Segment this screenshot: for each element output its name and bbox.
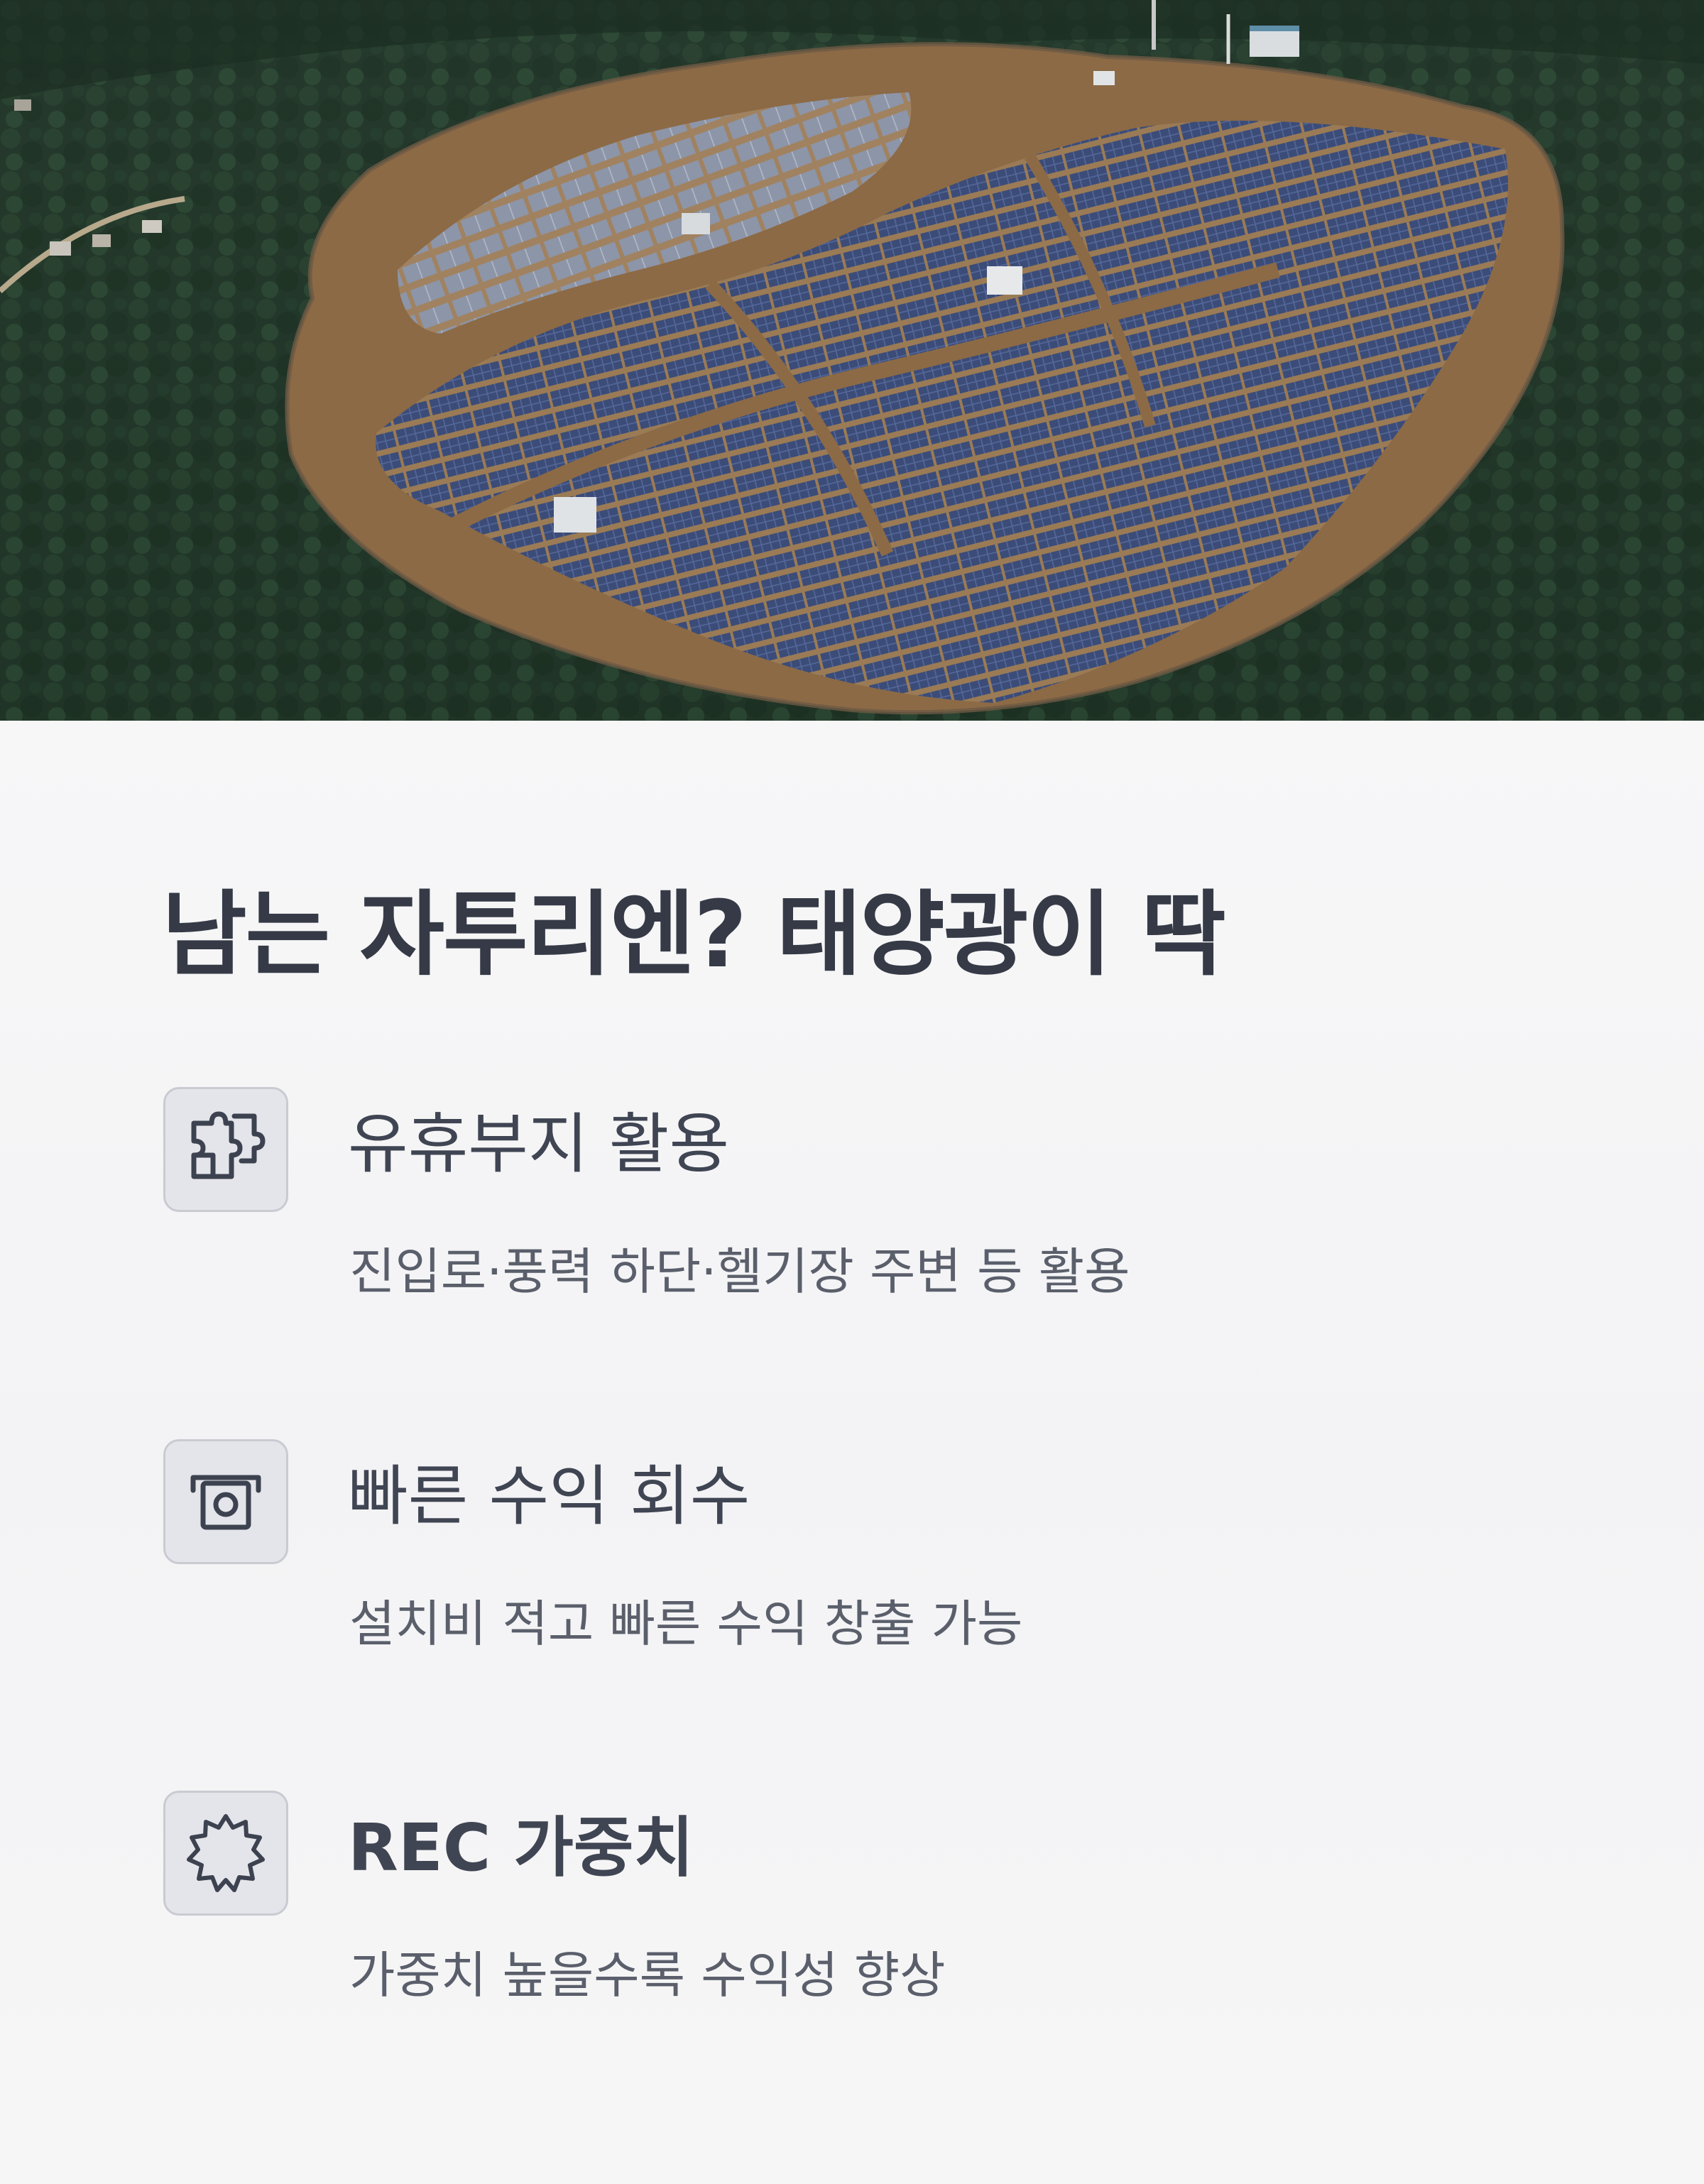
puzzle-icon — [183, 1105, 268, 1194]
feature-title: 유휴부지 활용 — [348, 1106, 730, 1182]
feature-item: REC 가중치 가중치 높을수록 수익성 향상 — [0, 1791, 1704, 2018]
page-title: 남는 자투리엔? 태양광이 딱 — [162, 880, 1226, 988]
feature-icon-box — [163, 1087, 288, 1212]
hero-image — [0, 0, 1704, 721]
solar-farm-illustration — [0, 0, 1704, 721]
feature-title: REC 가중치 — [348, 1811, 694, 1886]
feature-title: 빠른 수익 회수 — [348, 1458, 750, 1534]
feature-item: 유휴부지 활용 진입로·풍력 하단·헬기장 주변 등 활용 — [0, 1087, 1704, 1314]
feature-description: 가중치 높을수록 수익성 향상 — [349, 1946, 946, 2004]
feature-title-text: REC 가중치 — [348, 1810, 694, 1886]
feature-item: 빠른 수익 회수 설치비 적고 빠른 수익 창출 가능 — [0, 1439, 1704, 1666]
badge-icon — [183, 1809, 268, 1897]
cash-icon — [183, 1458, 268, 1546]
feature-description: 진입로·풍력 하단·헬기장 주변 등 활용 — [349, 1243, 1130, 1301]
feature-icon-box — [163, 1791, 288, 1916]
feature-icon-box — [163, 1439, 288, 1564]
feature-description: 설치비 적고 빠른 수익 창출 가능 — [349, 1595, 1023, 1653]
